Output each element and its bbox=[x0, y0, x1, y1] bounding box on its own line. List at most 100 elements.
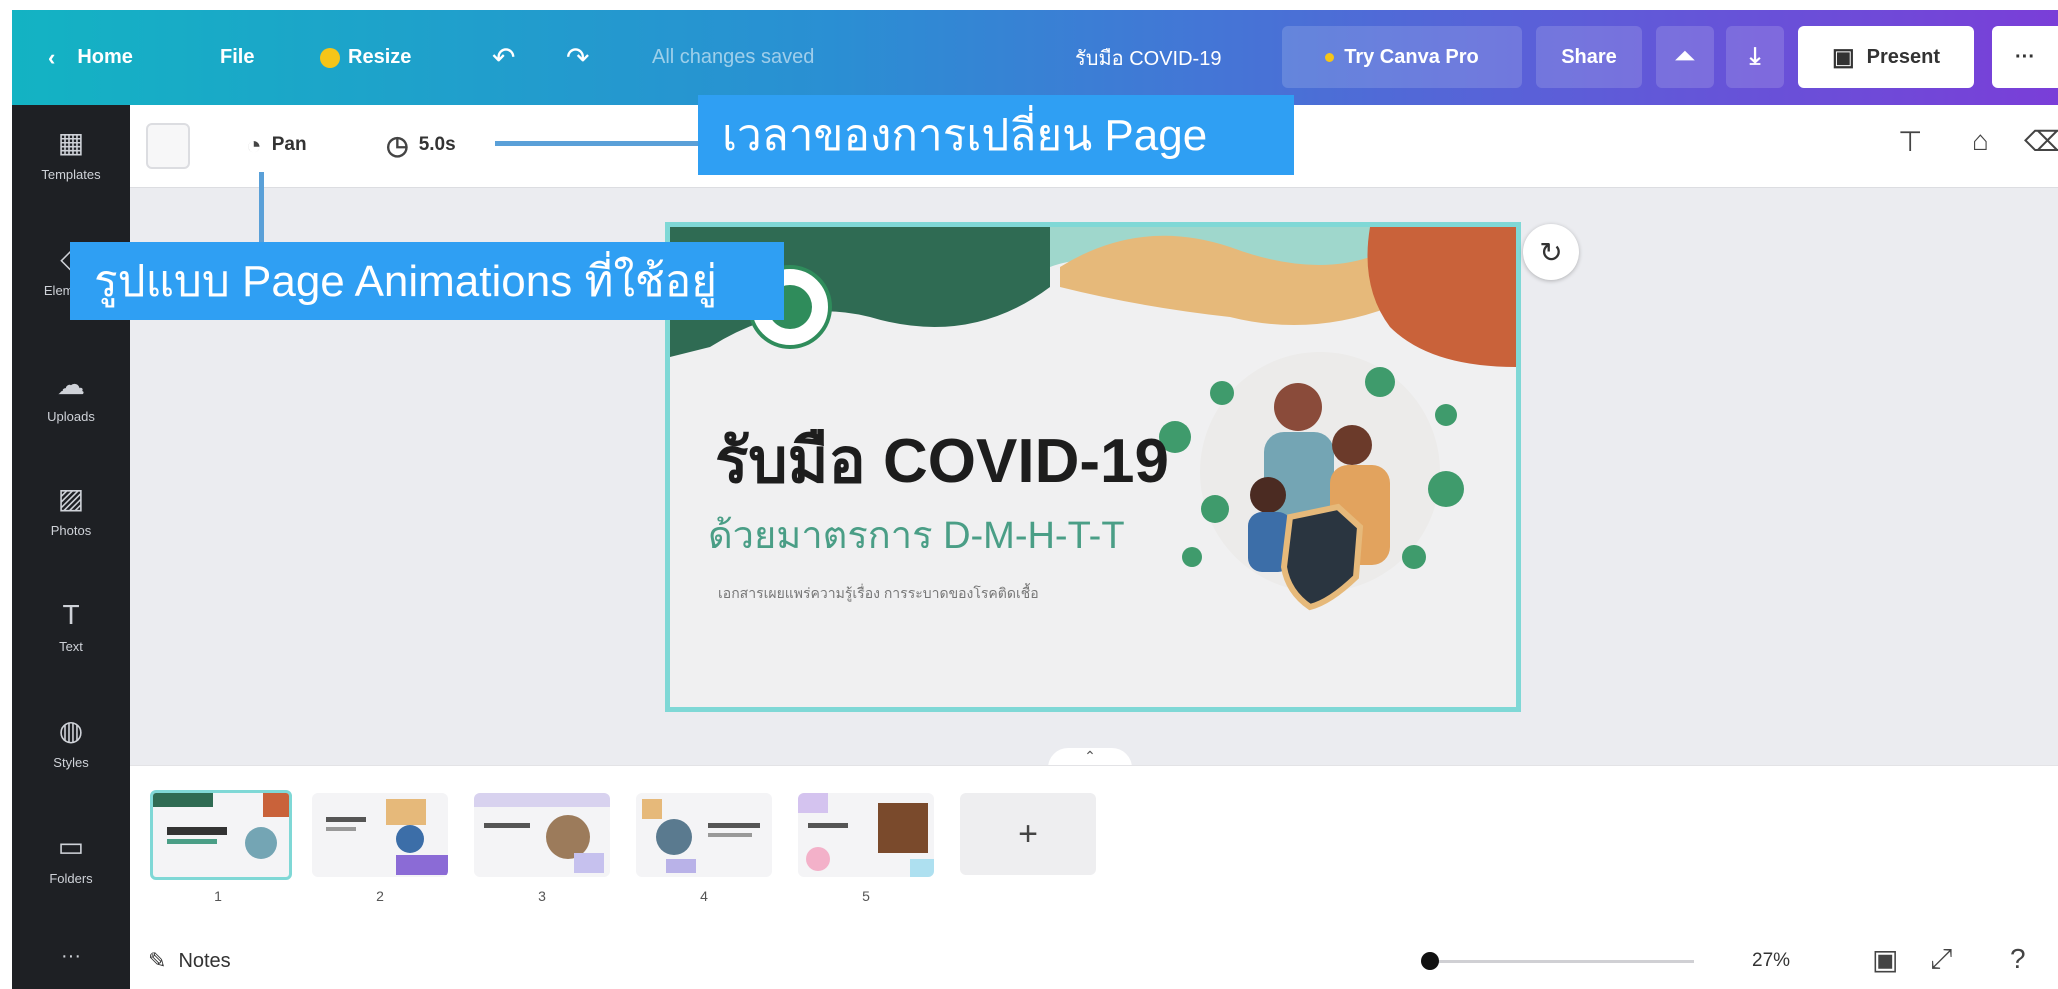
sidebar-item-label: Templates bbox=[41, 167, 101, 182]
resize-label: Resize bbox=[348, 46, 412, 68]
page-thumbnail[interactable] bbox=[636, 793, 772, 877]
sidebar-item-label: Uploads bbox=[47, 409, 95, 424]
try-canva-pro-button[interactable]: Try Canva Pro bbox=[1282, 26, 1522, 88]
timing-button[interactable]: ◷ 5.0s bbox=[386, 123, 456, 167]
sidebar-item-label: Styles bbox=[53, 755, 89, 770]
help-icon[interactable]: ? bbox=[2010, 943, 2026, 975]
orange-blob bbox=[1367, 227, 1516, 367]
slide-canvas[interactable]: รับมือ COVID-19 ด้วยมาตรการ D-M-H-T-T เอ… bbox=[665, 222, 1521, 712]
lock-icon[interactable]: ⌂ bbox=[1972, 125, 1989, 157]
thumbnail-art bbox=[326, 799, 448, 875]
page-thumbnail[interactable] bbox=[312, 793, 448, 877]
home-label: Home bbox=[77, 46, 133, 68]
crown-icon bbox=[320, 47, 340, 68]
document-title[interactable]: รับมือ COVID-19 bbox=[1075, 10, 1221, 105]
virus-icon bbox=[1435, 404, 1457, 426]
timing-callout-connector bbox=[495, 141, 721, 146]
undo-icon[interactable]: ↶ bbox=[492, 10, 515, 105]
person-head bbox=[1332, 425, 1372, 465]
page-number: 2 bbox=[376, 888, 384, 904]
sidebar-item-more[interactable]: ··· bbox=[12, 945, 130, 985]
timing-label: 5.0s bbox=[418, 134, 456, 155]
thumbnail-art bbox=[153, 793, 289, 859]
sidebar-item-photos[interactable]: ▨ Photos bbox=[12, 481, 130, 581]
folders-icon: ▭ bbox=[57, 831, 85, 862]
slide-title[interactable]: รับมือ COVID-19 bbox=[715, 412, 1169, 510]
resize-button[interactable]: Resize bbox=[320, 10, 411, 105]
photos-icon: ▨ bbox=[57, 483, 85, 514]
page-number: 4 bbox=[700, 888, 708, 904]
uploads-icon: ☁ bbox=[57, 369, 85, 400]
background-color-swatch[interactable] bbox=[146, 123, 190, 169]
zoom-level[interactable]: 27% bbox=[1752, 933, 1790, 989]
present-button[interactable]: ▣ Present bbox=[1798, 26, 1974, 88]
page-number: 5 bbox=[862, 888, 870, 904]
sidebar-item-label: Photos bbox=[50, 523, 92, 538]
thumbnail-art bbox=[798, 793, 934, 877]
animation-icon: ◔ bbox=[246, 129, 262, 160]
virus-icon bbox=[1201, 495, 1229, 523]
slide-caption[interactable]: เอกสารเผยแพร่ความรู้เรื่อง การระบาดของโร… bbox=[718, 583, 1039, 605]
page-filmstrip: 1 2 3 4 5 + bbox=[130, 765, 2058, 934]
page-number: 3 bbox=[538, 888, 546, 904]
virus-icon bbox=[1428, 471, 1464, 507]
analytics-icon[interactable]: ⏶ bbox=[1656, 26, 1714, 88]
canva-editor: ‹ Home File Resize ↶ ↷ All changes saved… bbox=[12, 10, 2058, 989]
animation-label: Pan bbox=[271, 134, 307, 155]
sidebar-item-uploads[interactable]: ☁ Uploads bbox=[12, 367, 130, 467]
home-button[interactable]: ‹ Home bbox=[48, 10, 133, 105]
fullscreen-icon[interactable]: ⤢ bbox=[1930, 943, 1952, 976]
redo-icon[interactable]: ↷ bbox=[566, 10, 589, 105]
page-number: 1 bbox=[214, 888, 222, 904]
thumbnail-art bbox=[474, 793, 610, 873]
text-icon: T bbox=[62, 599, 80, 630]
zoom-slider-handle[interactable] bbox=[1421, 952, 1439, 970]
regenerate-icon[interactable]: ↻ bbox=[1523, 224, 1579, 280]
file-menu[interactable]: File bbox=[220, 10, 254, 105]
clock-icon: ◷ bbox=[386, 129, 409, 160]
share-button[interactable]: Share bbox=[1536, 26, 1642, 88]
animation-button[interactable]: ◔ Pan bbox=[246, 123, 307, 167]
virus-icon bbox=[1182, 547, 1202, 567]
try-pro-label: Try Canva Pro bbox=[1344, 45, 1479, 68]
sidebar-item-label: Text bbox=[59, 639, 83, 654]
download-icon[interactable]: ⤓ bbox=[1726, 26, 1784, 88]
sidebar-item-label: Folders bbox=[49, 871, 93, 886]
timing-callout: เวลาของการเปลี่ยน Page bbox=[698, 95, 1294, 175]
page-thumbnail[interactable] bbox=[474, 793, 610, 877]
add-page-button[interactable]: + bbox=[960, 793, 1096, 875]
side-panel: ▦ Templates ◇ Elements ☁ Uploads ▨ Photo… bbox=[12, 105, 130, 989]
zoom-slider[interactable] bbox=[1430, 960, 1694, 963]
chevron-left-icon: ‹ bbox=[48, 44, 56, 70]
status-bar: ✎ Notes 27% ▣ ⤢ ? bbox=[130, 933, 2058, 989]
person-head bbox=[1274, 383, 1322, 431]
notes-label: Notes bbox=[178, 949, 231, 972]
virus-icon bbox=[1365, 367, 1395, 397]
trash-icon[interactable]: ⌫ bbox=[2024, 125, 2058, 158]
save-status: All changes saved bbox=[652, 46, 815, 68]
slide-subtitle[interactable]: ด้วยมาตรการ D-M-H-T-T bbox=[708, 504, 1125, 565]
virus-icon bbox=[1402, 545, 1426, 569]
notes-icon: ✎ bbox=[148, 948, 167, 973]
animation-callout: รูปแบบ Page Animations ที่ใช้อยู่ bbox=[70, 242, 784, 320]
present-icon: ▣ bbox=[1831, 43, 1855, 71]
more-options-button[interactable]: ··· bbox=[1992, 26, 2058, 88]
thumbnail-art bbox=[642, 799, 760, 873]
sidebar-item-text[interactable]: T Text bbox=[12, 597, 130, 697]
sidebar-item-templates[interactable]: ▦ Templates bbox=[12, 125, 130, 225]
crown-icon bbox=[1325, 52, 1335, 62]
page-thumbnail[interactable] bbox=[798, 793, 934, 877]
virus-icon bbox=[1210, 381, 1234, 405]
page-thumbnail[interactable] bbox=[150, 790, 292, 880]
top-bar: ‹ Home File Resize ↶ ↷ All changes saved… bbox=[12, 10, 2058, 105]
styles-icon: ◍ bbox=[58, 715, 84, 746]
more-icon: ··· bbox=[61, 945, 81, 967]
notes-button[interactable]: ✎ Notes bbox=[148, 933, 231, 989]
sidebar-item-styles[interactable]: ◍ Styles bbox=[12, 713, 130, 813]
sidebar-item-folders[interactable]: ▭ Folders bbox=[12, 829, 130, 929]
page-view-icon[interactable]: ▣ bbox=[1872, 943, 1898, 976]
shield-icon bbox=[1280, 503, 1364, 611]
child-head bbox=[1250, 477, 1286, 513]
templates-icon: ▦ bbox=[57, 127, 85, 158]
paint-roller-icon[interactable]: ⊤ bbox=[1898, 125, 1922, 158]
